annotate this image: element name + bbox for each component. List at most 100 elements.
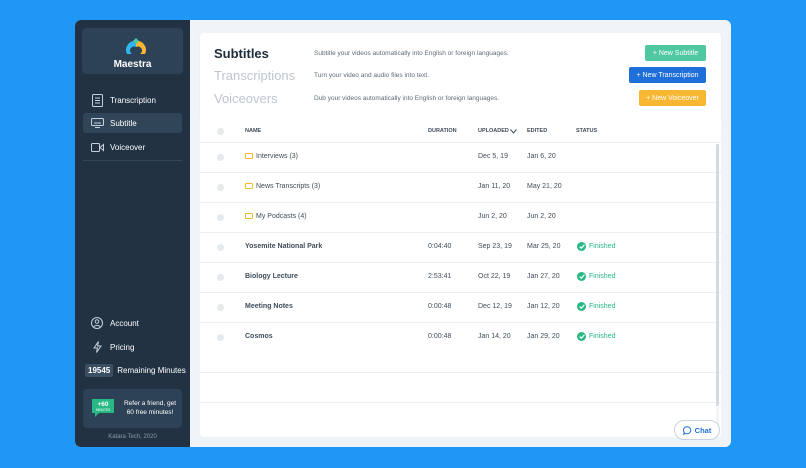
row-checkbox[interactable] [217, 244, 224, 251]
check-circle-icon [577, 332, 586, 341]
row-checkbox[interactable] [217, 334, 224, 341]
subtitle-icon [90, 116, 104, 130]
row-name[interactable]: My Podcasts (4) [245, 213, 307, 220]
new-voiceover-button[interactable]: + New Voiceover [639, 90, 706, 106]
subtitles-description: Subtitle your videos automatically into … [314, 50, 509, 57]
row-uploaded: Jun 2, 20 [478, 213, 507, 220]
row-duration: 0:04:40 [428, 243, 452, 250]
sidebar-divider [83, 160, 182, 161]
table-row[interactable]: Meeting Notes 0:00:48 Dec 12, 19 Jan 12, 20… [200, 292, 721, 322]
row-name-text: Interviews (3) [256, 153, 299, 160]
row-edited: Jan 12, 20 [527, 303, 560, 310]
refer-text: Refer a friend, get 60 free minutes! [123, 400, 177, 416]
sidebar: Maestra Transcription Subtitle Voiceover [75, 20, 190, 447]
chat-label: Chat [694, 425, 712, 435]
logo-card[interactable]: Maestra [82, 28, 183, 74]
app-name: Maestra [113, 59, 152, 70]
sidebar-item-label: Transcription [110, 95, 156, 105]
new-subtitle-button[interactable]: + New Subtitle [645, 45, 706, 61]
app-window: Maestra Transcription Subtitle Voiceover [75, 20, 731, 447]
status-text: Finished [589, 273, 616, 280]
remaining-minutes: 19545 Remaining Minutes [85, 364, 186, 377]
row-edited: Jan 6, 20 [527, 153, 556, 160]
status-badge: Finished [577, 332, 615, 341]
row-uploaded: Jan 14, 20 [478, 333, 511, 340]
row-edited: Mar 25, 20 [527, 243, 561, 250]
chat-bubble-icon [682, 425, 692, 435]
sidebar-item-subtitle[interactable]: Subtitle [83, 113, 182, 133]
table-row-empty [200, 372, 721, 402]
status-badge: Finished [577, 242, 615, 251]
row-uploaded: Sep 23, 19 [478, 243, 512, 250]
sidebar-item-transcription[interactable]: Transcription [83, 90, 182, 110]
row-name-text: Yosemite National Park [245, 243, 323, 250]
column-edited[interactable]: EDITED [527, 128, 547, 134]
row-edited: Jan 27, 20 [527, 273, 560, 280]
column-uploaded[interactable]: UPLOADED [478, 128, 509, 134]
status-text: Finished [589, 333, 616, 340]
sidebar-item-voiceover[interactable]: Voiceover [83, 137, 182, 157]
header-card: Subtitles Transcriptions Voiceovers Subt… [200, 33, 721, 122]
sidebar-item-label: Pricing [110, 342, 135, 352]
row-name[interactable]: Interviews (3) [245, 153, 298, 160]
new-transcription-button[interactable]: + New Transcription [629, 67, 706, 83]
row-name[interactable]: Meeting Notes [245, 303, 293, 310]
voiceovers-description: Dub your videos automatically into Engli… [314, 95, 499, 102]
folder-icon [245, 183, 253, 189]
tab-transcriptions[interactable]: Transcriptions [214, 68, 295, 83]
copyright: Katara Tech, 2020 [108, 434, 157, 440]
user-icon [90, 316, 104, 330]
sidebar-item-pricing[interactable]: Pricing [83, 337, 182, 357]
tab-voiceovers[interactable]: Voiceovers [214, 91, 278, 106]
row-name[interactable]: News Transcripts (3) [245, 183, 320, 190]
row-duration: 2:53:41 [428, 273, 452, 280]
row-name[interactable]: Yosemite National Park [245, 243, 322, 250]
tab-subtitles[interactable]: Subtitles [214, 46, 269, 61]
row-uploaded: Dec 5, 19 [478, 153, 508, 160]
table-row[interactable]: Yosemite National Park 0:04:40 Sep 23, 19 M… [200, 232, 721, 262]
row-uploaded: Oct 22, 19 [478, 273, 511, 280]
column-name[interactable]: NAME [245, 128, 261, 134]
sidebar-item-label: Subtitle [110, 118, 137, 128]
column-duration[interactable]: DURATION [428, 128, 457, 134]
select-all-checkbox[interactable] [217, 128, 224, 135]
row-name[interactable]: Cosmos [245, 333, 273, 340]
table-header: NAME DURATION UPLOADED EDITED STATUS [200, 124, 721, 138]
table-row[interactable]: Cosmos 0:00:48 Jan 14, 20 Jan 29, 20 Finishe… [200, 322, 721, 352]
row-checkbox[interactable] [217, 184, 224, 191]
row-checkbox[interactable] [217, 214, 224, 221]
row-edited: Jan 29, 20 [527, 333, 560, 340]
row-name-text: News Transcripts (3) [256, 183, 321, 190]
folder-icon [245, 213, 253, 219]
sort-chevron-down-icon[interactable] [510, 129, 517, 134]
row-checkbox[interactable] [217, 274, 224, 281]
sidebar-item-account[interactable]: Account [83, 313, 182, 333]
row-name[interactable]: Biology Lecture [245, 273, 298, 280]
row-name-text: My Podcasts (4) [256, 213, 307, 220]
document-icon [90, 93, 104, 107]
check-circle-icon [577, 242, 586, 251]
transcriptions-description: Turn your video and audio files into tex… [314, 72, 430, 79]
status-text: Finished [589, 303, 616, 310]
row-name-text: Biology Lecture [245, 273, 298, 280]
gift-badge-icon: +60 MINUTES [92, 399, 114, 417]
chat-button[interactable]: Chat [674, 420, 720, 440]
refer-friend-card[interactable]: +60 MINUTES Refer a friend, get 60 free … [83, 389, 182, 428]
column-status[interactable]: STATUS [576, 128, 597, 134]
sidebar-item-label: Account [110, 318, 139, 328]
row-name-text: Cosmos [245, 333, 273, 340]
row-uploaded: Jan 11, 20 [478, 183, 511, 190]
table-row-folder[interactable]: Interviews (3) Dec 5, 19 Jan 6, 20 [200, 142, 721, 172]
row-checkbox[interactable] [217, 304, 224, 311]
table-row-folder[interactable]: News Transcripts (3) Jan 11, 20 May 21, 20 [200, 172, 721, 202]
status-badge: Finished [577, 302, 615, 311]
files-table: NAME DURATION UPLOADED EDITED STATUS Int… [200, 117, 721, 437]
scrollbar-thumb[interactable] [716, 144, 719, 406]
table-row-folder[interactable]: My Podcasts (4) Jun 2, 20 Jun 2, 20 [200, 202, 721, 232]
badge-top-text: +60 [97, 401, 108, 408]
row-uploaded: Dec 12, 19 [478, 303, 512, 310]
row-edited: May 21, 20 [527, 183, 562, 190]
remaining-count: 19545 [85, 364, 114, 377]
table-row[interactable]: Biology Lecture 2:53:41 Oct 22, 19 Jan 27, … [200, 262, 721, 292]
row-checkbox[interactable] [217, 154, 224, 161]
